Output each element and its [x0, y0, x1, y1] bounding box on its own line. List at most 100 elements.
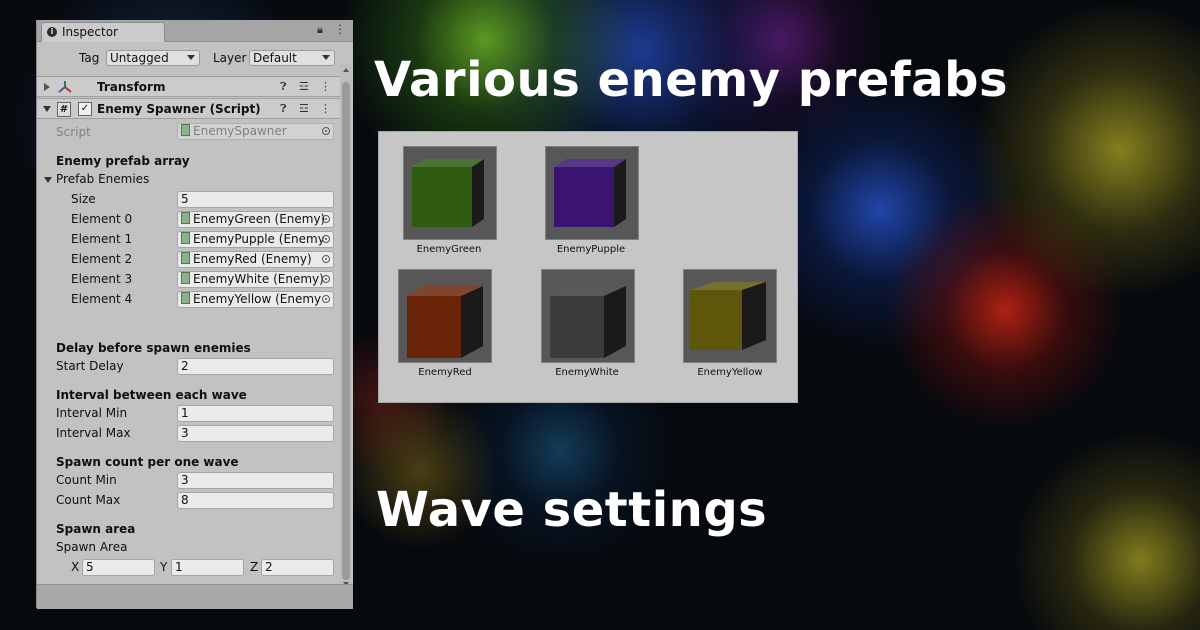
- start-delay-input[interactable]: 2: [177, 358, 334, 375]
- size-input-value: 5: [181, 192, 189, 206]
- prefab-caption: EnemyWhite: [555, 367, 619, 378]
- object-picker-icon: [322, 127, 330, 135]
- element-label: Element 1: [71, 232, 133, 246]
- foldout-expanded-icon[interactable]: [43, 106, 51, 112]
- delay-section-heading: Delay before spawn enemies: [56, 341, 251, 355]
- interval-min-value: 1: [181, 406, 189, 420]
- component-enabled-checkbox[interactable]: ✓: [78, 102, 92, 116]
- size-label: Size: [71, 192, 96, 206]
- lock-icon[interactable]: 🔒︎: [317, 23, 323, 37]
- interval-section-heading: Interval between each wave: [56, 388, 247, 402]
- object-picker-icon[interactable]: [322, 255, 330, 263]
- prefab-preview-panel: EnemyGreen EnemyPupple EnemyRed EnemyWhi…: [378, 131, 798, 403]
- foldout-expanded-icon[interactable]: [44, 177, 52, 183]
- spawn-area-z-label[interactable]: Z: [250, 560, 258, 574]
- cube-icon: [550, 286, 626, 358]
- prefabs-heading: Various enemy prefabs: [374, 52, 1009, 108]
- script-label: Script: [56, 125, 91, 139]
- prefab-array-section-heading: Enemy prefab array: [56, 154, 190, 168]
- interval-min-input[interactable]: 1: [177, 405, 334, 422]
- enemy-spawner-title: Enemy Spawner (Script): [97, 102, 261, 116]
- cube-icon: [554, 159, 626, 227]
- prefab-thumbnail-enemy-yellow[interactable]: [683, 269, 777, 363]
- scrollbar-thumb[interactable]: [342, 82, 350, 580]
- prefab-thumbnail-enemy-green[interactable]: [403, 146, 497, 240]
- cube-icon: [690, 282, 766, 350]
- element-object-field[interactable]: EnemyWhite (Enemy): [177, 271, 334, 288]
- spawn-area-label: Spawn Area: [56, 540, 128, 554]
- script-asset-icon: [181, 124, 190, 136]
- tag-label: Tag: [79, 51, 100, 65]
- prefab-thumbnail-enemy-pupple[interactable]: [545, 146, 639, 240]
- element-value: EnemyRed (Enemy): [193, 252, 312, 266]
- spawn-area-y-label[interactable]: Y: [160, 560, 167, 574]
- inspector-bottom-bar: [37, 584, 353, 609]
- object-picker-icon[interactable]: [322, 295, 330, 303]
- script-field: EnemySpawner: [177, 123, 334, 140]
- element-label: Element 0: [71, 212, 133, 226]
- transform-icon: [58, 81, 72, 93]
- prefab-caption: EnemyYellow: [697, 367, 763, 378]
- transform-title: Transform: [97, 80, 166, 94]
- help-icon[interactable]: ❓︎: [280, 102, 287, 116]
- spawn-area-x-value: 5: [86, 560, 94, 574]
- kebab-menu-icon[interactable]: ⋮: [320, 102, 331, 115]
- tag-dropdown-value: Untagged: [110, 51, 169, 65]
- cube-icon: [412, 159, 484, 227]
- element-value: EnemyWhite (Enemy): [193, 272, 324, 286]
- element-label: Element 3: [71, 272, 133, 286]
- count-min-input[interactable]: 3: [177, 472, 334, 489]
- layer-label: Layer: [213, 51, 247, 65]
- object-picker-icon[interactable]: [322, 215, 330, 223]
- spawn-area-x-label[interactable]: X: [71, 560, 79, 574]
- count-max-value: 8: [181, 493, 189, 507]
- prefab-icon: [181, 232, 190, 244]
- prefab-thumbnail-enemy-white[interactable]: [541, 269, 635, 363]
- script-hash-icon: #: [57, 102, 71, 117]
- size-input[interactable]: 5: [177, 191, 334, 208]
- element-object-field[interactable]: EnemyRed (Enemy): [177, 251, 334, 268]
- waves-heading: Wave settings: [376, 482, 768, 538]
- preset-sliders-icon[interactable]: ☲: [299, 102, 309, 115]
- preset-sliders-icon[interactable]: ☲: [299, 80, 309, 93]
- interval-max-input[interactable]: 3: [177, 425, 334, 442]
- tab-inspector[interactable]: i Inspector: [41, 22, 165, 42]
- prefab-thumbnail-enemy-red[interactable]: [398, 269, 492, 363]
- object-picker-icon[interactable]: [322, 275, 330, 283]
- help-icon[interactable]: ❓︎: [280, 80, 287, 94]
- interval-max-label: Interval Max: [56, 426, 131, 440]
- spawn-area-x-input[interactable]: 5: [82, 559, 155, 576]
- prefab-caption: EnemyRed: [418, 367, 472, 378]
- count-max-label: Count Max: [56, 493, 121, 507]
- prefab-icon: [181, 252, 190, 264]
- transform-component-header[interactable]: Transform ❓︎ ☲ ⋮: [37, 76, 342, 97]
- tab-inspector-label: Inspector: [62, 25, 118, 39]
- element-object-field[interactable]: EnemyGreen (Enemy): [177, 211, 334, 228]
- spawn-area-section-heading: Spawn area: [56, 522, 136, 536]
- prefab-caption: EnemyGreen: [416, 244, 482, 255]
- kebab-menu-icon[interactable]: ⋮: [320, 80, 331, 93]
- inspector-tab-bar: i Inspector 🔒︎ ⋮: [37, 20, 353, 42]
- object-picker-icon[interactable]: [322, 235, 330, 243]
- scroll-up-arrow-icon[interactable]: [343, 68, 349, 72]
- element-object-field[interactable]: EnemyYellow (Enemy: [177, 291, 334, 308]
- count-min-value: 3: [181, 473, 189, 487]
- element-object-field[interactable]: EnemyPupple (Enemy: [177, 231, 334, 248]
- count-max-input[interactable]: 8: [177, 492, 334, 509]
- prefab-enemies-label[interactable]: Prefab Enemies: [56, 172, 149, 186]
- prefab-icon: [181, 272, 190, 284]
- element-value: EnemyGreen (Enemy): [193, 212, 326, 226]
- kebab-menu-icon[interactable]: ⋮: [334, 22, 346, 36]
- count-min-label: Count Min: [56, 473, 117, 487]
- tag-dropdown[interactable]: Untagged: [106, 50, 200, 66]
- spawn-area-z-input[interactable]: 2: [261, 559, 334, 576]
- enemy-spawner-component-header[interactable]: # ✓ Enemy Spawner (Script) ❓︎ ☲ ⋮: [37, 98, 342, 119]
- inspector-scrollbar[interactable]: [340, 64, 352, 588]
- count-section-heading: Spawn count per one wave: [56, 455, 239, 469]
- foldout-collapsed-icon[interactable]: [44, 83, 50, 91]
- start-delay-value: 2: [181, 359, 189, 373]
- spawn-area-y-input[interactable]: 1: [171, 559, 244, 576]
- layer-dropdown[interactable]: Default: [249, 50, 335, 66]
- script-field-value: EnemySpawner: [193, 124, 287, 138]
- element-value: EnemyYellow (Enemy: [193, 292, 322, 306]
